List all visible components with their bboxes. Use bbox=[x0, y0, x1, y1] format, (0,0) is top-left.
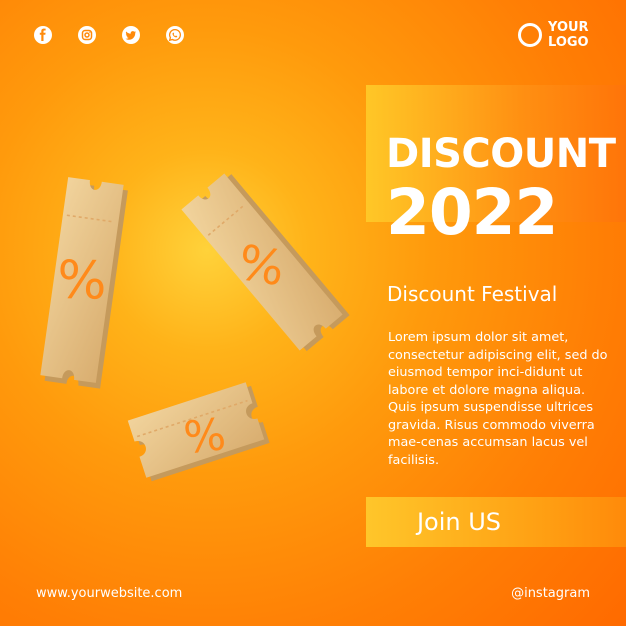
whatsapp-icon[interactable] bbox=[166, 26, 184, 44]
website-link[interactable]: www.yourwebsite.com bbox=[36, 586, 182, 601]
logo-text: YOUR LOGO bbox=[548, 20, 589, 50]
facebook-icon[interactable] bbox=[34, 26, 52, 44]
year: 2022 bbox=[386, 176, 558, 249]
headline: DISCOUNT bbox=[386, 131, 616, 177]
ticket-bottom-symbol: % bbox=[181, 409, 228, 464]
brand-logo: YOUR LOGO bbox=[518, 20, 592, 50]
social-icons bbox=[34, 26, 184, 44]
join-button[interactable]: Join US bbox=[366, 497, 552, 547]
ticket-bottom: % bbox=[127, 382, 270, 482]
subheading: Discount Festival bbox=[387, 282, 558, 306]
ticket-right: % bbox=[181, 173, 350, 352]
twitter-icon[interactable] bbox=[122, 26, 140, 44]
body-text: Lorem ipsum dolor sit amet, consectetur … bbox=[388, 330, 608, 468]
ticket-left: % bbox=[40, 177, 128, 389]
ticket-right-symbol: % bbox=[234, 234, 289, 297]
logo-circle-icon bbox=[518, 23, 542, 47]
instagram-icon[interactable] bbox=[78, 26, 96, 44]
instagram-handle[interactable]: @instagram bbox=[511, 586, 590, 601]
ticket-left-symbol: % bbox=[56, 250, 107, 312]
